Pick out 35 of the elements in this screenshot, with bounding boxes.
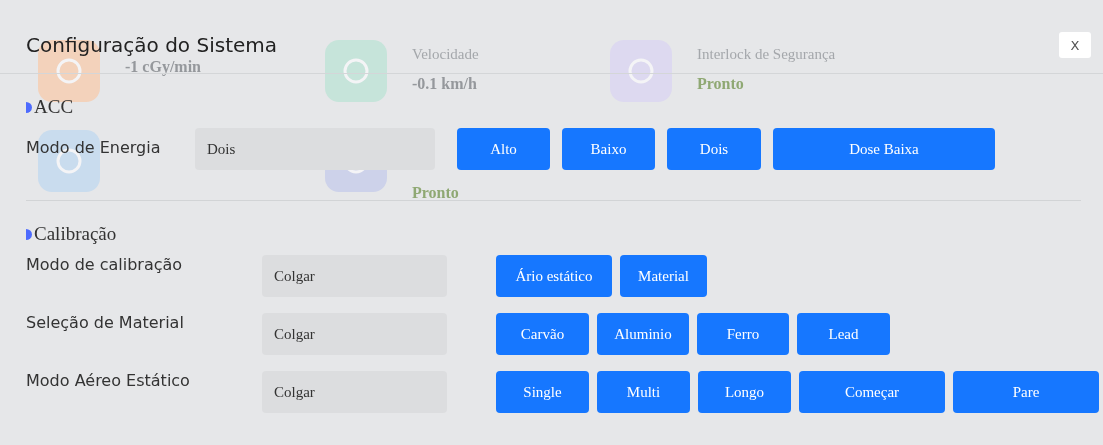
value-field[interactable]: Colgar <box>262 313 447 355</box>
tile-label: Velocidade <box>412 46 479 63</box>
option-button[interactable]: Ário estático <box>496 255 612 297</box>
tile-value: -0.1 km/h <box>412 75 478 93</box>
tile-value: Pronto <box>697 75 745 93</box>
value-field[interactable]: Colgar <box>262 255 447 297</box>
row-label: Modo Aéreo Estático <box>26 371 191 390</box>
section-title: ACC <box>34 96 74 118</box>
tile-label: Interlock de Segurança <box>697 46 836 63</box>
option-button[interactable]: Aluminio <box>597 313 689 355</box>
row-label: Modo de calibração <box>26 255 184 274</box>
option-button[interactable]: Single <box>496 371 589 413</box>
section-marker-icon <box>26 101 32 113</box>
row-label: Modo de Energia <box>26 137 162 157</box>
tile-value: Pronto <box>412 184 459 202</box>
option-button[interactable]: Começar <box>799 371 945 413</box>
option-button[interactable]: Longo <box>698 371 791 413</box>
option-button[interactable]: Dois <box>667 128 761 170</box>
row-label: Seleção de Material <box>26 313 185 332</box>
section-title: Calibração <box>34 223 117 245</box>
value-field[interactable]: Colgar <box>262 371 447 413</box>
close-button[interactable]: X <box>1059 32 1091 58</box>
option-button[interactable]: Carvão <box>496 313 589 355</box>
tile-value: -1 cGy/min <box>125 58 201 76</box>
option-button[interactable]: Dose Baixa <box>773 128 995 170</box>
option-button[interactable]: Ferro <box>697 313 789 355</box>
section-marker-icon <box>26 228 32 240</box>
option-button[interactable]: Pare <box>953 371 1099 413</box>
dialog-title: Configuração do Sistema <box>26 33 277 57</box>
option-button[interactable]: Material <box>620 255 707 297</box>
option-button[interactable]: Alto <box>457 128 550 170</box>
option-button[interactable]: Multi <box>597 371 690 413</box>
value-field[interactable]: Dois <box>195 128 435 170</box>
option-button[interactable]: Lead <box>797 313 890 355</box>
option-button[interactable]: Baixo <box>562 128 655 170</box>
